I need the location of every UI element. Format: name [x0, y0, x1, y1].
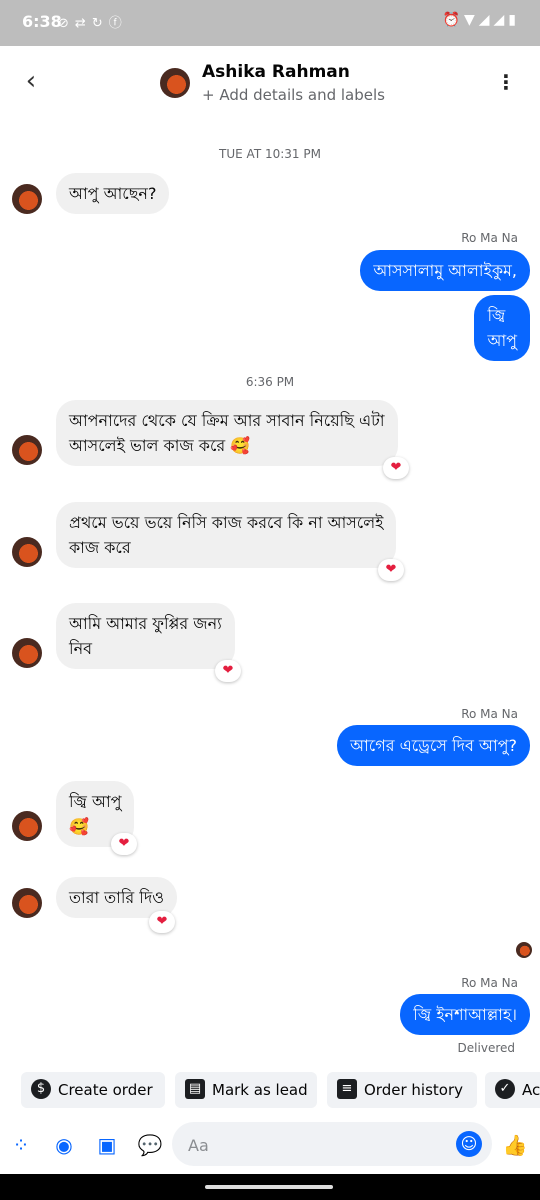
- alarm-icon: ⏰: [442, 12, 464, 28]
- apps-icon[interactable]: ⁘: [8, 1132, 34, 1158]
- add-details-link[interactable]: + Add details and labels: [202, 86, 385, 104]
- battery-icon: ▮: [508, 12, 520, 28]
- message-bubble-outgoing[interactable]: জ্বি ইনশাআল্লাহ।: [400, 994, 530, 1035]
- facebook-icon: ⓕ: [108, 16, 128, 31]
- avatar[interactable]: [12, 638, 42, 668]
- system-nav-bar: [0, 1174, 540, 1200]
- back-button[interactable]: ‹: [16, 66, 46, 96]
- camera-icon[interactable]: ◉: [51, 1132, 77, 1158]
- quick-actions-bar: $ Create order ▤ Mark as lead ≡ Order histo…: [0, 1072, 540, 1108]
- message-composer: ⁘ ◉ ▣ 💬 ☺ 👍: [0, 1116, 540, 1172]
- chevron-left-icon: ‹: [25, 66, 37, 96]
- chat-bubble-icon[interactable]: 💬: [137, 1132, 163, 1158]
- heart-reaction[interactable]: ❤: [378, 559, 404, 581]
- avatar[interactable]: [12, 537, 42, 567]
- heart-reaction[interactable]: ❤: [111, 833, 137, 855]
- message-bubble-incoming[interactable]: আপনাদের থেকে যে ক্রিম আর সাবান নিয়েছি এ…: [56, 400, 398, 466]
- message-input[interactable]: [186, 1133, 450, 1157]
- signal-icon-2: ◢: [493, 12, 509, 28]
- avatar[interactable]: [12, 811, 42, 841]
- avatar[interactable]: [12, 184, 42, 214]
- order-history-button[interactable]: ≡ Order history: [327, 1072, 477, 1108]
- chip-label: Mark as lead: [212, 1081, 308, 1099]
- timestamp: 6:36 PM: [245, 375, 295, 389]
- wifi-icon: ▼: [463, 12, 479, 28]
- more-action-button[interactable]: ✓ Ac: [485, 1072, 540, 1108]
- check-circle-icon: ✓: [495, 1079, 515, 1099]
- signal-icon: ◢: [478, 12, 494, 28]
- heart-reaction[interactable]: ❤: [215, 660, 241, 682]
- heart-reaction[interactable]: ❤: [149, 911, 175, 933]
- status-notification-icons: ⊘⇄↻ⓕ: [58, 12, 128, 31]
- contact-name[interactable]: Ashika Rahman: [202, 62, 350, 82]
- message-bubble-incoming[interactable]: আমি আমার ফুপ্পির জন্য নিব: [56, 603, 235, 669]
- status-system-icons: ⏰▼◢◢▮: [443, 12, 521, 28]
- chip-label: Create order: [58, 1081, 153, 1099]
- seen-avatar: [516, 942, 532, 958]
- dollar-icon: $: [31, 1079, 51, 1099]
- message-bubble-outgoing[interactable]: আগের এড্রেসে দিব আপু?: [337, 725, 530, 766]
- contact-avatar[interactable]: [160, 68, 190, 98]
- timestamp: TUE AT 10:31 PM: [219, 147, 321, 161]
- message-input-box[interactable]: ☺: [172, 1122, 492, 1166]
- message-bubble-incoming[interactable]: আপু আছেন?: [56, 173, 170, 214]
- do-not-disturb-icon: ⊘: [58, 16, 75, 31]
- list-icon: ≡: [337, 1079, 357, 1099]
- message-bubble-incoming[interactable]: প্রথমে ভয়ে ভয়ে নিসি কাজ করবে কি না আসল…: [56, 502, 397, 568]
- signal-arrows-icon: ⇄: [74, 16, 92, 31]
- avatar[interactable]: [12, 435, 42, 465]
- mark-as-lead-button[interactable]: ▤ Mark as lead: [175, 1072, 317, 1108]
- delivery-status: Delivered: [457, 1041, 515, 1055]
- like-icon[interactable]: 👍: [502, 1132, 528, 1158]
- sender-label: Ro Ma Na: [461, 976, 518, 990]
- contact-card-icon: ▤: [185, 1079, 205, 1099]
- status-time: 6:38: [22, 12, 62, 31]
- chip-label: Ac: [522, 1081, 540, 1099]
- conversation-header: ‹ Ashika Rahman + Add details and labels…: [0, 46, 540, 126]
- sender-label: Ro Ma Na: [461, 707, 518, 721]
- sender-label: Ro Ma Na: [461, 231, 518, 245]
- status-bar: 6:38 ⊘⇄↻ⓕ ⏰▼◢◢▮: [0, 0, 540, 46]
- gallery-icon[interactable]: ▣: [94, 1132, 120, 1158]
- avatar[interactable]: [12, 888, 42, 918]
- create-order-button[interactable]: $ Create order: [21, 1072, 165, 1108]
- more-vertical-icon: ⋮: [496, 70, 516, 94]
- chip-label: Order history: [364, 1081, 463, 1099]
- message-bubble-outgoing[interactable]: জ্বি আপু: [474, 295, 530, 361]
- home-gesture-bar[interactable]: [205, 1185, 333, 1189]
- hotspot-icon: ↻: [91, 16, 109, 31]
- heart-reaction[interactable]: ❤: [383, 457, 409, 479]
- more-options-button[interactable]: ⋮: [496, 72, 516, 96]
- emoji-icon[interactable]: ☺: [456, 1131, 482, 1157]
- message-bubble-outgoing[interactable]: আসসালামু আলাইকুম,: [360, 250, 530, 291]
